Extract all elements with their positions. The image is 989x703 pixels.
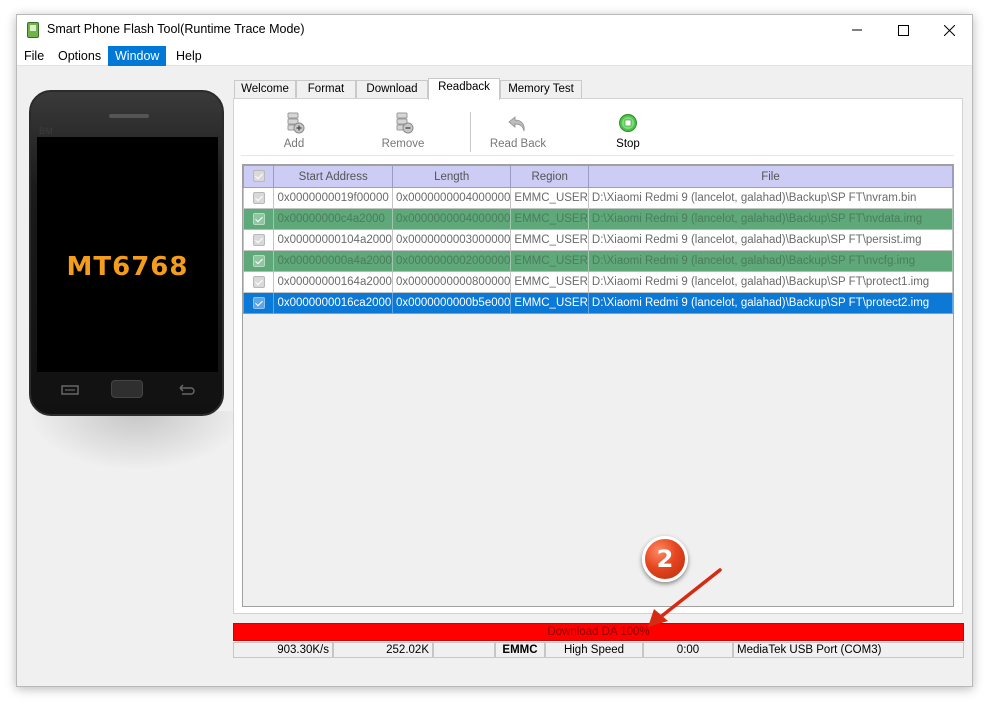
- readback-toolbar: Add Remove Read Back Stop: [241, 106, 954, 156]
- cell-length: 0x0000000000b5e000: [391, 292, 512, 314]
- phone-reflection: [27, 411, 247, 471]
- phone-image: BM MT6768: [29, 90, 224, 416]
- status-size: 252.02K: [333, 642, 433, 658]
- status-mode: High Speed: [545, 642, 643, 658]
- window-title: Smart Phone Flash Tool(Runtime Trace Mod…: [47, 22, 305, 36]
- col-length[interactable]: Length: [391, 165, 512, 188]
- add-button[interactable]: Add: [259, 112, 329, 152]
- row-checkbox[interactable]: [243, 292, 275, 314]
- remove-icon: [396, 112, 414, 134]
- row-checkbox[interactable]: [243, 271, 275, 293]
- undo-arrow-icon: [508, 116, 525, 132]
- app-window: Smart Phone Flash Tool(Runtime Trace Mod…: [16, 14, 973, 687]
- phone-screen: MT6768: [37, 137, 218, 372]
- progress-label: Download DA 100%: [547, 626, 650, 638]
- cell-region: EMMC_USER: [510, 271, 589, 293]
- cell-region: EMMC_USER: [510, 187, 589, 209]
- status-time: 0:00: [643, 642, 733, 658]
- minimize-icon: [852, 29, 862, 31]
- menu-options[interactable]: Options: [51, 46, 108, 66]
- cell-region: EMMC_USER: [510, 229, 589, 251]
- tab-readback[interactable]: Readback: [428, 78, 500, 100]
- add-icon: [287, 112, 305, 134]
- table-row[interactable]: 0x00000000104a2000 0x0000000003000000 EM…: [243, 229, 953, 251]
- remove-button[interactable]: Remove: [368, 112, 438, 152]
- cell-start-address: 0x000000000a4a2000: [273, 250, 393, 272]
- progress-bar: Download DA 100%: [233, 623, 964, 641]
- status-speed: 903.30K/s: [233, 642, 333, 658]
- cell-start-address: 0x00000000c4a2000: [273, 208, 393, 230]
- table-row[interactable]: 0x000000000a4a2000 0x0000000002000000 EM…: [243, 250, 953, 272]
- col-start-address[interactable]: Start Address: [273, 165, 393, 188]
- cell-file[interactable]: D:\Xiaomi Redmi 9 (lancelot, galahad)\Ba…: [587, 271, 953, 293]
- cell-file[interactable]: D:\Xiaomi Redmi 9 (lancelot, galahad)\Ba…: [587, 250, 953, 272]
- cell-file[interactable]: D:\Xiaomi Redmi 9 (lancelot, galahad)\Ba…: [587, 187, 953, 209]
- close-icon: [943, 24, 955, 36]
- cell-length: 0x0000000004000000: [391, 187, 512, 209]
- remove-label: Remove: [381, 138, 425, 150]
- cell-region: EMMC_USER: [510, 292, 589, 314]
- status-bar: 903.30K/s 252.02K EMMC High Speed 0:00 M…: [233, 642, 964, 658]
- col-region[interactable]: Region: [510, 165, 589, 188]
- maximize-icon: [897, 24, 909, 36]
- row-checkbox[interactable]: [243, 187, 275, 209]
- cell-start-address: 0x00000000104a2000: [273, 229, 393, 251]
- maximize-button[interactable]: [880, 15, 926, 45]
- cell-length: 0x0000000004000000: [391, 208, 512, 230]
- cell-length: 0x0000000000800000: [391, 271, 512, 293]
- cell-start-address: 0x0000000019f00000: [273, 187, 393, 209]
- stop-icon: [619, 114, 637, 132]
- readback-table: Start Address Length Region File 0x00000…: [242, 164, 954, 607]
- readback-panel: Add Remove Read Back Stop Start Address …: [233, 98, 963, 614]
- stop-label: Stop: [616, 138, 640, 150]
- tab-download[interactable]: Download: [356, 80, 428, 99]
- menu-window[interactable]: Window: [108, 46, 167, 66]
- cell-file[interactable]: D:\Xiaomi Redmi 9 (lancelot, galahad)\Ba…: [587, 208, 953, 230]
- cell-file[interactable]: D:\Xiaomi Redmi 9 (lancelot, galahad)\Ba…: [587, 292, 953, 314]
- col-file[interactable]: File: [587, 165, 953, 188]
- phone-home-key: [111, 380, 143, 398]
- table-row[interactable]: 0x0000000019f00000 0x0000000004000000 EM…: [243, 187, 953, 209]
- table-row[interactable]: 0x00000000c4a2000 0x0000000004000000 EMM…: [243, 208, 953, 230]
- phone-back-key-icon: [171, 382, 201, 398]
- table-header-row: Start Address Length Region File: [243, 165, 953, 188]
- menu-help[interactable]: Help: [169, 46, 209, 66]
- step-number-badge: 2: [642, 536, 688, 582]
- minimize-button[interactable]: [834, 15, 880, 45]
- cell-length: 0x0000000003000000: [391, 229, 512, 251]
- cell-start-address: 0x00000000164a2000: [273, 271, 393, 293]
- tab-format[interactable]: Format: [296, 80, 356, 99]
- table-row[interactable]: 0x00000000164a2000 0x0000000000800000 EM…: [243, 271, 953, 293]
- select-all-checkbox[interactable]: [243, 165, 275, 188]
- row-checkbox[interactable]: [243, 229, 275, 251]
- cell-length: 0x0000000002000000: [391, 250, 512, 272]
- phone-speaker: [109, 114, 149, 118]
- chip-label: MT6768: [66, 252, 189, 282]
- table-row-selected[interactable]: 0x0000000016ca2000 0x0000000000b5e000 EM…: [243, 292, 953, 314]
- cell-region: EMMC_USER: [510, 250, 589, 272]
- tab-memory-test[interactable]: Memory Test: [500, 80, 582, 99]
- add-label: Add: [283, 138, 305, 150]
- read-back-label: Read Back: [489, 138, 547, 150]
- app-icon: [27, 22, 39, 38]
- status-port: MediaTek USB Port (COM3): [733, 642, 964, 658]
- cell-file[interactable]: D:\Xiaomi Redmi 9 (lancelot, galahad)\Ba…: [587, 229, 953, 251]
- status-blank: [433, 642, 495, 658]
- cell-start-address: 0x0000000016ca2000: [273, 292, 393, 314]
- toolbar-separator: [470, 112, 471, 152]
- phone-menu-key-icon: [55, 382, 85, 398]
- row-checkbox[interactable]: [243, 250, 275, 272]
- title-bar: Smart Phone Flash Tool(Runtime Trace Mod…: [17, 15, 972, 45]
- menu-file[interactable]: File: [17, 46, 51, 66]
- status-storage: EMMC: [495, 642, 545, 658]
- tab-welcome[interactable]: Welcome: [234, 80, 296, 99]
- phone-brand: BM: [39, 126, 53, 136]
- close-button[interactable]: [926, 15, 972, 45]
- stop-button[interactable]: Stop: [593, 112, 663, 152]
- row-checkbox[interactable]: [243, 208, 275, 230]
- cell-region: EMMC_USER: [510, 208, 589, 230]
- menu-bar: File Options Window Help: [17, 45, 972, 66]
- read-back-button[interactable]: Read Back: [483, 112, 553, 152]
